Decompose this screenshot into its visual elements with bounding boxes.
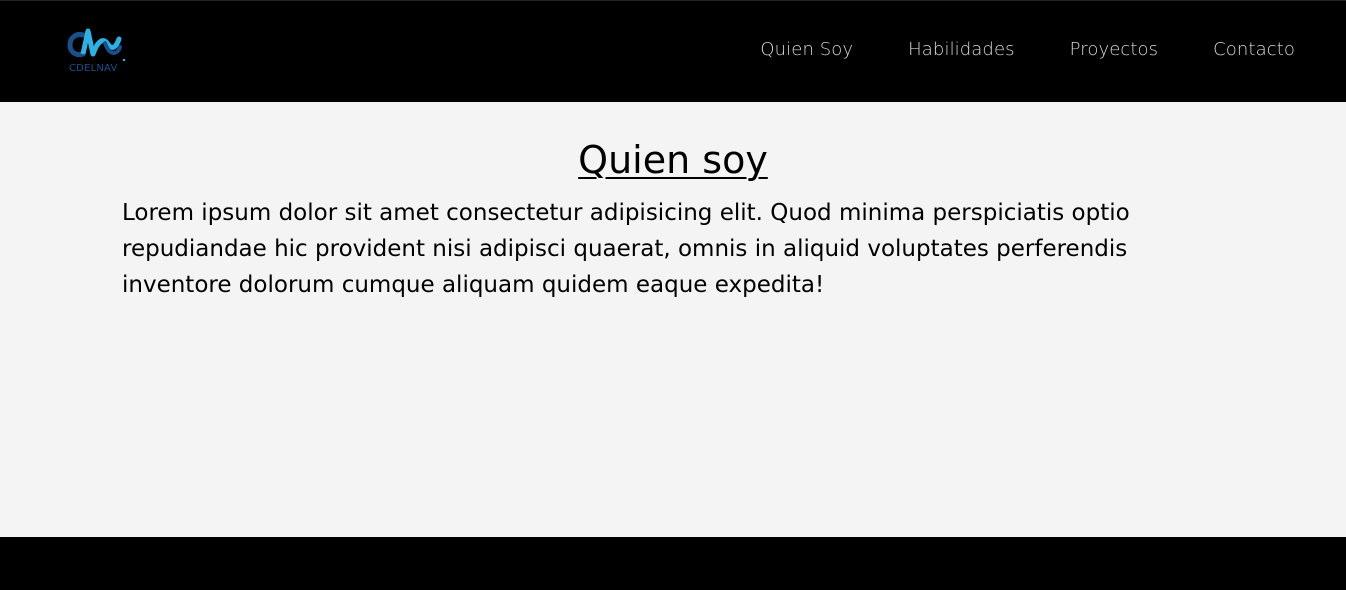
nav-link-quien-soy[interactable]: Quien Soy [760,39,853,60]
nav-link-proyectos[interactable]: Proyectos [1070,39,1159,60]
brand-name: CDELNAV [69,63,118,74]
about-section: Quien soy Lorem ipsum dolor sit amet con… [0,102,1346,537]
nav-link-habilidades[interactable]: Habilidades [908,39,1014,60]
site-footer [0,537,1346,590]
section-title: Quien soy [578,138,768,182]
nav-link-contacto[interactable]: Contacto [1213,39,1295,60]
page: CDELNAV Quien Soy Habilidades Proyectos … [0,0,1346,590]
main-navigation: Quien Soy Habilidades Proyectos Contacto [760,39,1295,60]
brand-logo[interactable]: CDELNAV [66,25,130,79]
about-description: Lorem ipsum dolor sit amet consectetur a… [122,200,1130,298]
site-header: CDELNAV Quien Soy Habilidades Proyectos … [0,0,1346,102]
logo-mark-icon [67,28,126,62]
